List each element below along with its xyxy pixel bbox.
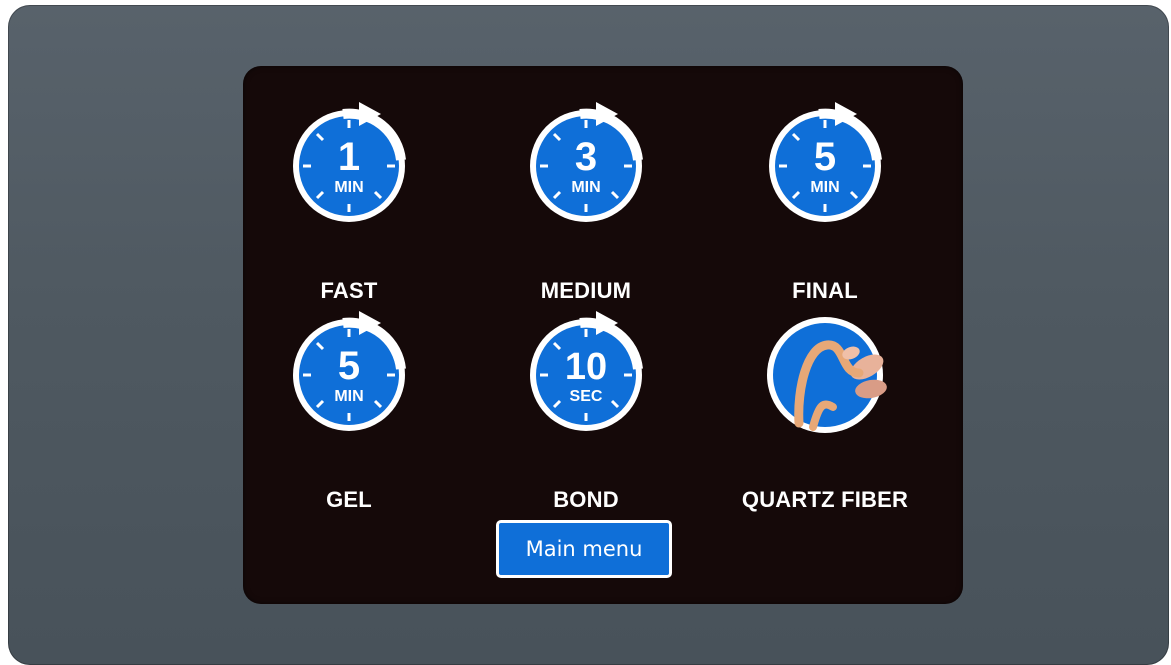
quartz-fiber-photo-icon xyxy=(763,309,887,433)
mode-label: BOND xyxy=(553,487,619,512)
timer-icon: 1 MIN xyxy=(287,100,411,224)
main-menu-button[interactable]: Main menu xyxy=(496,520,672,578)
device-bezel: 1 MIN FAST 3 MIN MEDIUM 5 MIN FINAL 5 MI… xyxy=(8,5,1169,665)
mode-button-bond[interactable]: 10 SEC BOND xyxy=(476,309,696,512)
timer-number: 1 xyxy=(338,135,360,179)
timer-unit: MIN xyxy=(334,388,363,405)
timer-icon: 5 MIN xyxy=(763,100,887,224)
timer-number: 10 xyxy=(565,346,607,388)
mode-button-gel[interactable]: 5 MIN GEL xyxy=(239,309,459,512)
mode-button-final[interactable]: 5 MIN FINAL xyxy=(715,100,935,303)
mode-label: MEDIUM xyxy=(540,278,632,303)
timer-unit: SEC xyxy=(570,388,603,405)
timer-number: 3 xyxy=(575,135,597,179)
timer-icon: 3 MIN xyxy=(524,100,648,224)
timer-number: 5 xyxy=(338,344,360,388)
timer-number: 5 xyxy=(814,135,836,179)
timer-unit: MIN xyxy=(334,179,363,196)
mode-label: FINAL xyxy=(792,278,858,303)
mode-label: GEL xyxy=(326,487,372,512)
timer-icon: 5 MIN xyxy=(287,309,411,433)
mode-button-medium[interactable]: 3 MIN MEDIUM xyxy=(476,100,696,303)
mode-label: FAST xyxy=(320,278,378,303)
timer-unit: MIN xyxy=(571,179,600,196)
timer-icon: 10 SEC xyxy=(524,309,648,433)
mode-button-quartz-fiber[interactable]: QUARTZ FIBER xyxy=(715,309,935,512)
mode-button-fast[interactable]: 1 MIN FAST xyxy=(239,100,459,303)
timer-unit: MIN xyxy=(810,179,839,196)
mode-label: QUARTZ FIBER xyxy=(741,487,909,512)
